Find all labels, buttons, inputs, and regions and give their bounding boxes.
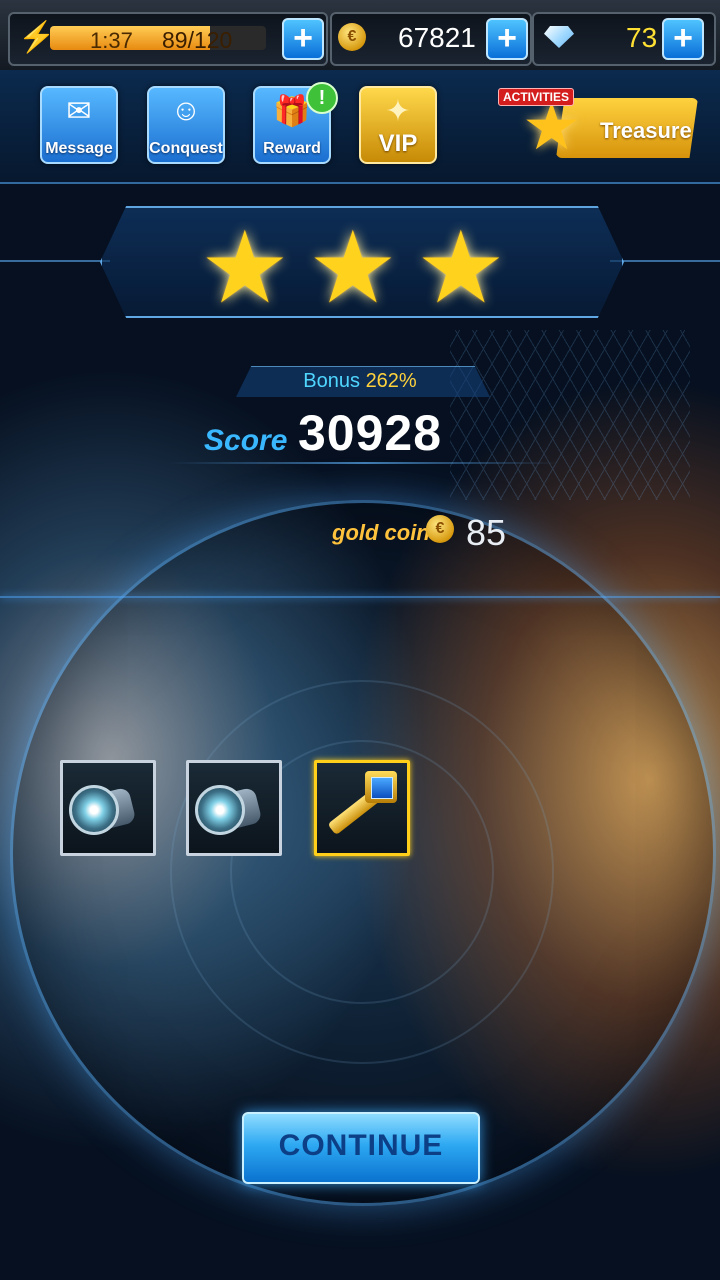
conquest-label: Conquest <box>149 140 223 157</box>
gem-panel: 73 + <box>532 12 716 66</box>
diamond-icon <box>544 26 574 48</box>
engine-icon <box>195 785 245 835</box>
score-label: Score <box>204 424 288 457</box>
continue-button[interactable]: CONTINUE <box>242 1112 480 1184</box>
add-gems-button[interactable]: + <box>662 18 704 60</box>
star-icon: ★ <box>416 212 506 324</box>
vip-button[interactable]: ✦ VIP <box>359 86 437 164</box>
reward-alert-badge: ! <box>306 82 338 114</box>
gold-amount: 67821 <box>398 22 476 53</box>
star-icon: ★ <box>200 212 290 324</box>
vip-label: VIP <box>378 130 418 157</box>
key-gem <box>371 777 393 799</box>
score-value: 30928 <box>298 405 443 461</box>
envelope-icon: ✉ <box>66 95 92 128</box>
gold-panel: € 67821 + <box>330 12 532 66</box>
message-label: Message <box>45 140 113 157</box>
stars-divider-right <box>610 260 720 262</box>
star-icon: ★ <box>308 212 398 324</box>
gold-coin-value: 85 <box>466 512 507 553</box>
reward-item-key[interactable] <box>314 760 410 856</box>
stars-divider-left <box>0 260 110 262</box>
gold-coin-icon: € <box>426 515 454 543</box>
energy-bar <box>50 26 266 50</box>
add-energy-button[interactable]: + <box>282 18 324 60</box>
score-underline <box>170 462 560 464</box>
engine-icon <box>69 785 119 835</box>
smiley-wings-icon: ☺ <box>170 94 202 127</box>
add-gold-button[interactable]: + <box>486 18 528 60</box>
bonus-label: Bonus <box>303 370 360 392</box>
status-bar: ⚡ 1:37 89/120 + € 67821 + 73 + <box>0 0 720 72</box>
bonus-value: 262% <box>365 370 417 392</box>
treasure-label: Treasure <box>600 118 692 143</box>
gold-coin-label: gold coin <box>332 520 430 545</box>
reward-item-engine[interactable] <box>186 760 282 856</box>
gold-coin-icon: € <box>338 23 366 51</box>
reward-label: Reward <box>263 140 321 157</box>
vip-wings-icon: ✦ <box>385 95 411 128</box>
section-divider <box>0 596 720 598</box>
energy-panel: ⚡ 1:37 89/120 + <box>8 12 328 66</box>
hex-pattern <box>450 330 690 500</box>
conquest-button[interactable]: ☺ Conquest <box>147 86 225 164</box>
gem-amount: 73 <box>626 22 658 53</box>
activities-tag: ACTIVITIES <box>498 88 575 106</box>
energy-timer: 1:37 <box>90 28 133 53</box>
energy-value: 89/120 <box>162 27 233 53</box>
message-button[interactable]: ✉ Message <box>40 86 118 164</box>
reward-item-engine[interactable] <box>60 760 156 856</box>
bonus-text: Bonus 262% <box>0 370 720 393</box>
